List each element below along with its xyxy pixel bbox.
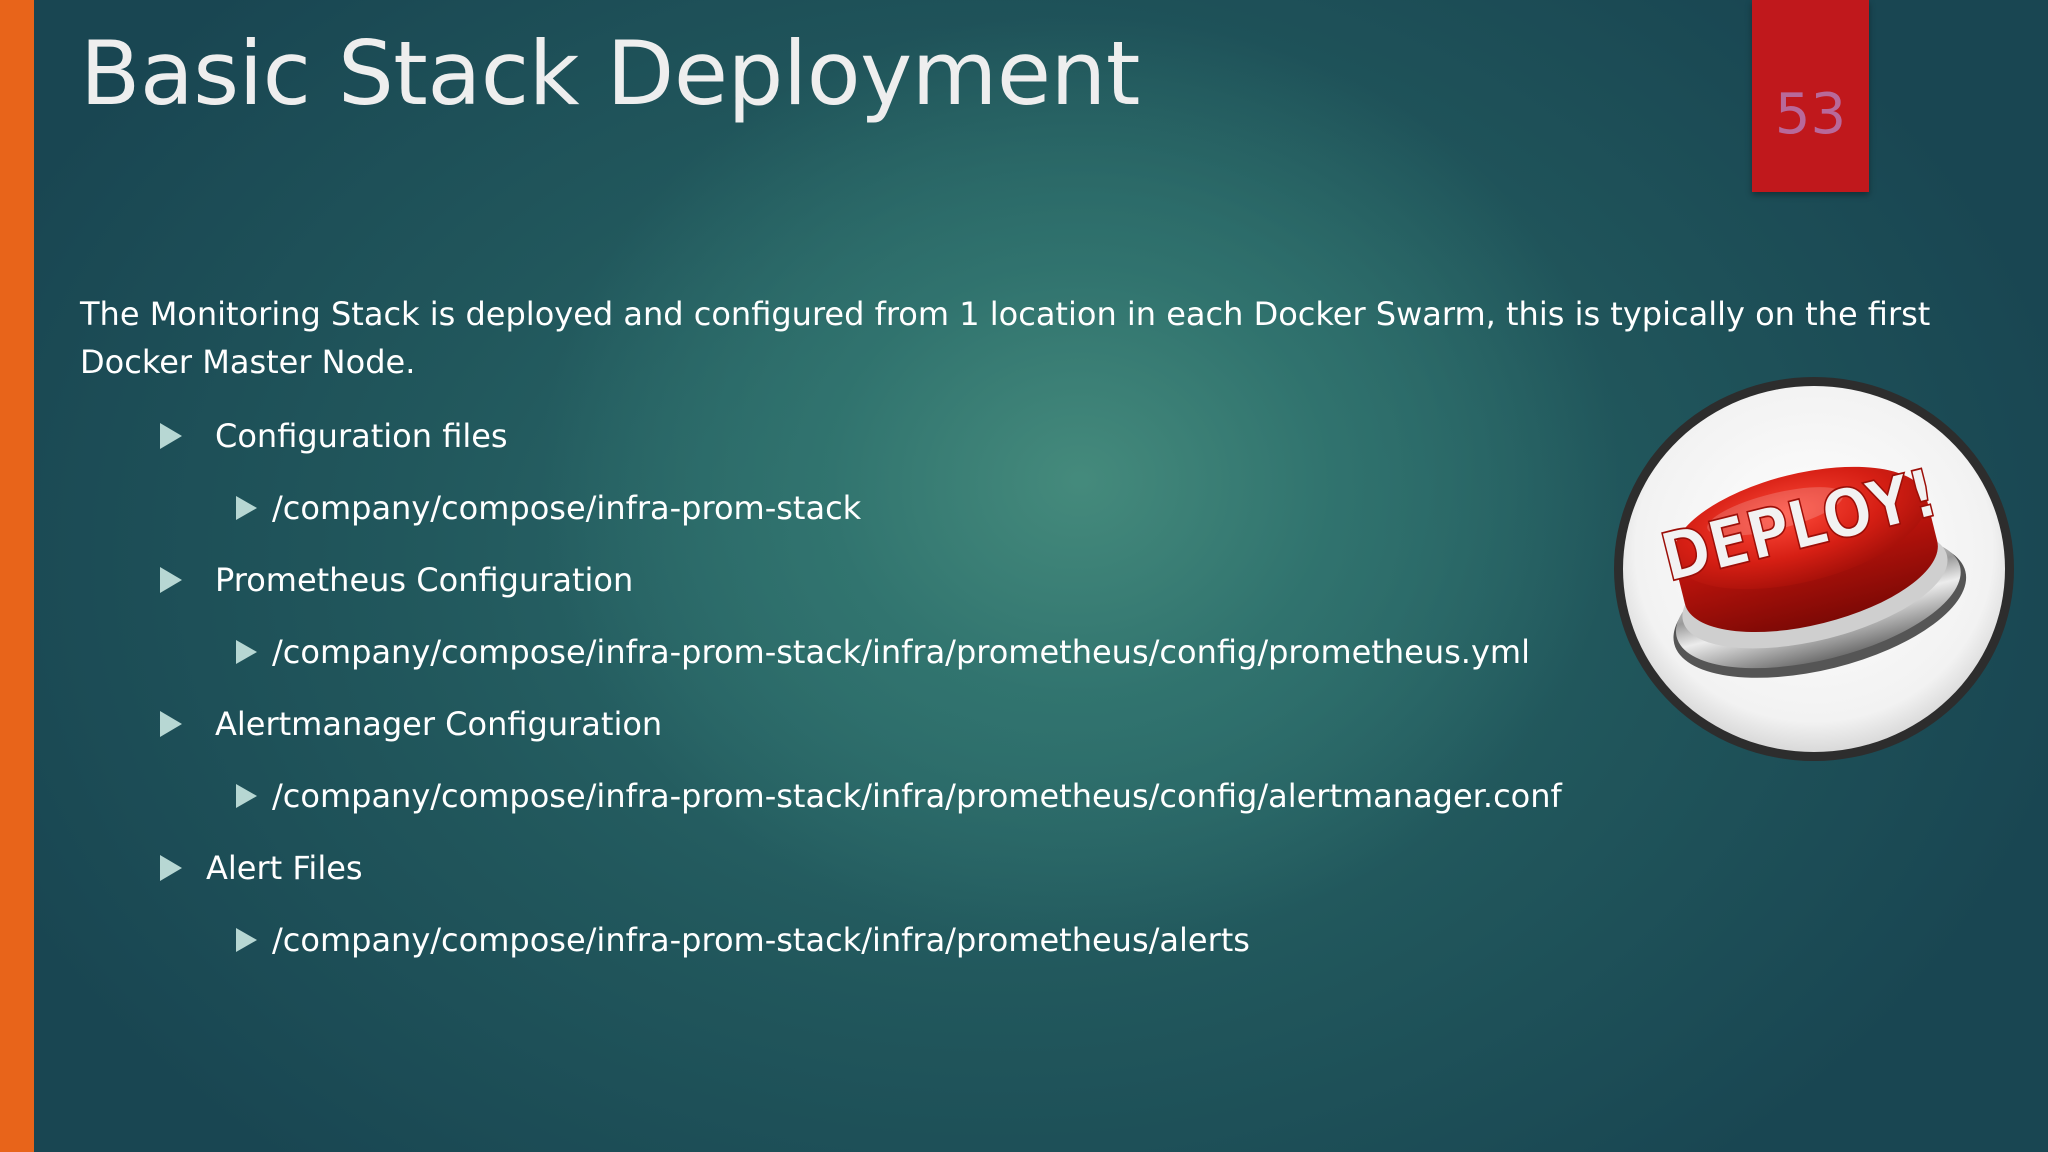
triangle-bullet-icon (160, 855, 182, 881)
bullet-label: Configuration files (215, 417, 508, 455)
bullet-label: Alertmanager Configuration (215, 705, 663, 743)
triangle-bullet-icon (160, 423, 182, 449)
triangle-bullet-icon (160, 567, 182, 593)
sub-bullet-path: /company/compose/infra-prom-stack/infra/… (272, 633, 1530, 671)
triangle-bullet-icon (236, 496, 257, 520)
triangle-bullet-icon (236, 928, 257, 952)
sub-bullet-path: /company/compose/infra-prom-stack/infra/… (272, 777, 1562, 815)
triangle-bullet-icon (160, 711, 182, 737)
triangle-bullet-icon (236, 784, 257, 808)
deploy-button-image: DEPLOY! (1614, 377, 2014, 761)
sub-bullet-path: /company/compose/infra-prom-stack/infra/… (272, 921, 1250, 959)
sub-bullet-path: /company/compose/infra-prom-stack (272, 489, 862, 527)
triangle-bullet-icon (236, 640, 257, 664)
bullet-label: Prometheus Configuration (215, 561, 634, 599)
bullet-label: Alert Files (206, 849, 363, 887)
